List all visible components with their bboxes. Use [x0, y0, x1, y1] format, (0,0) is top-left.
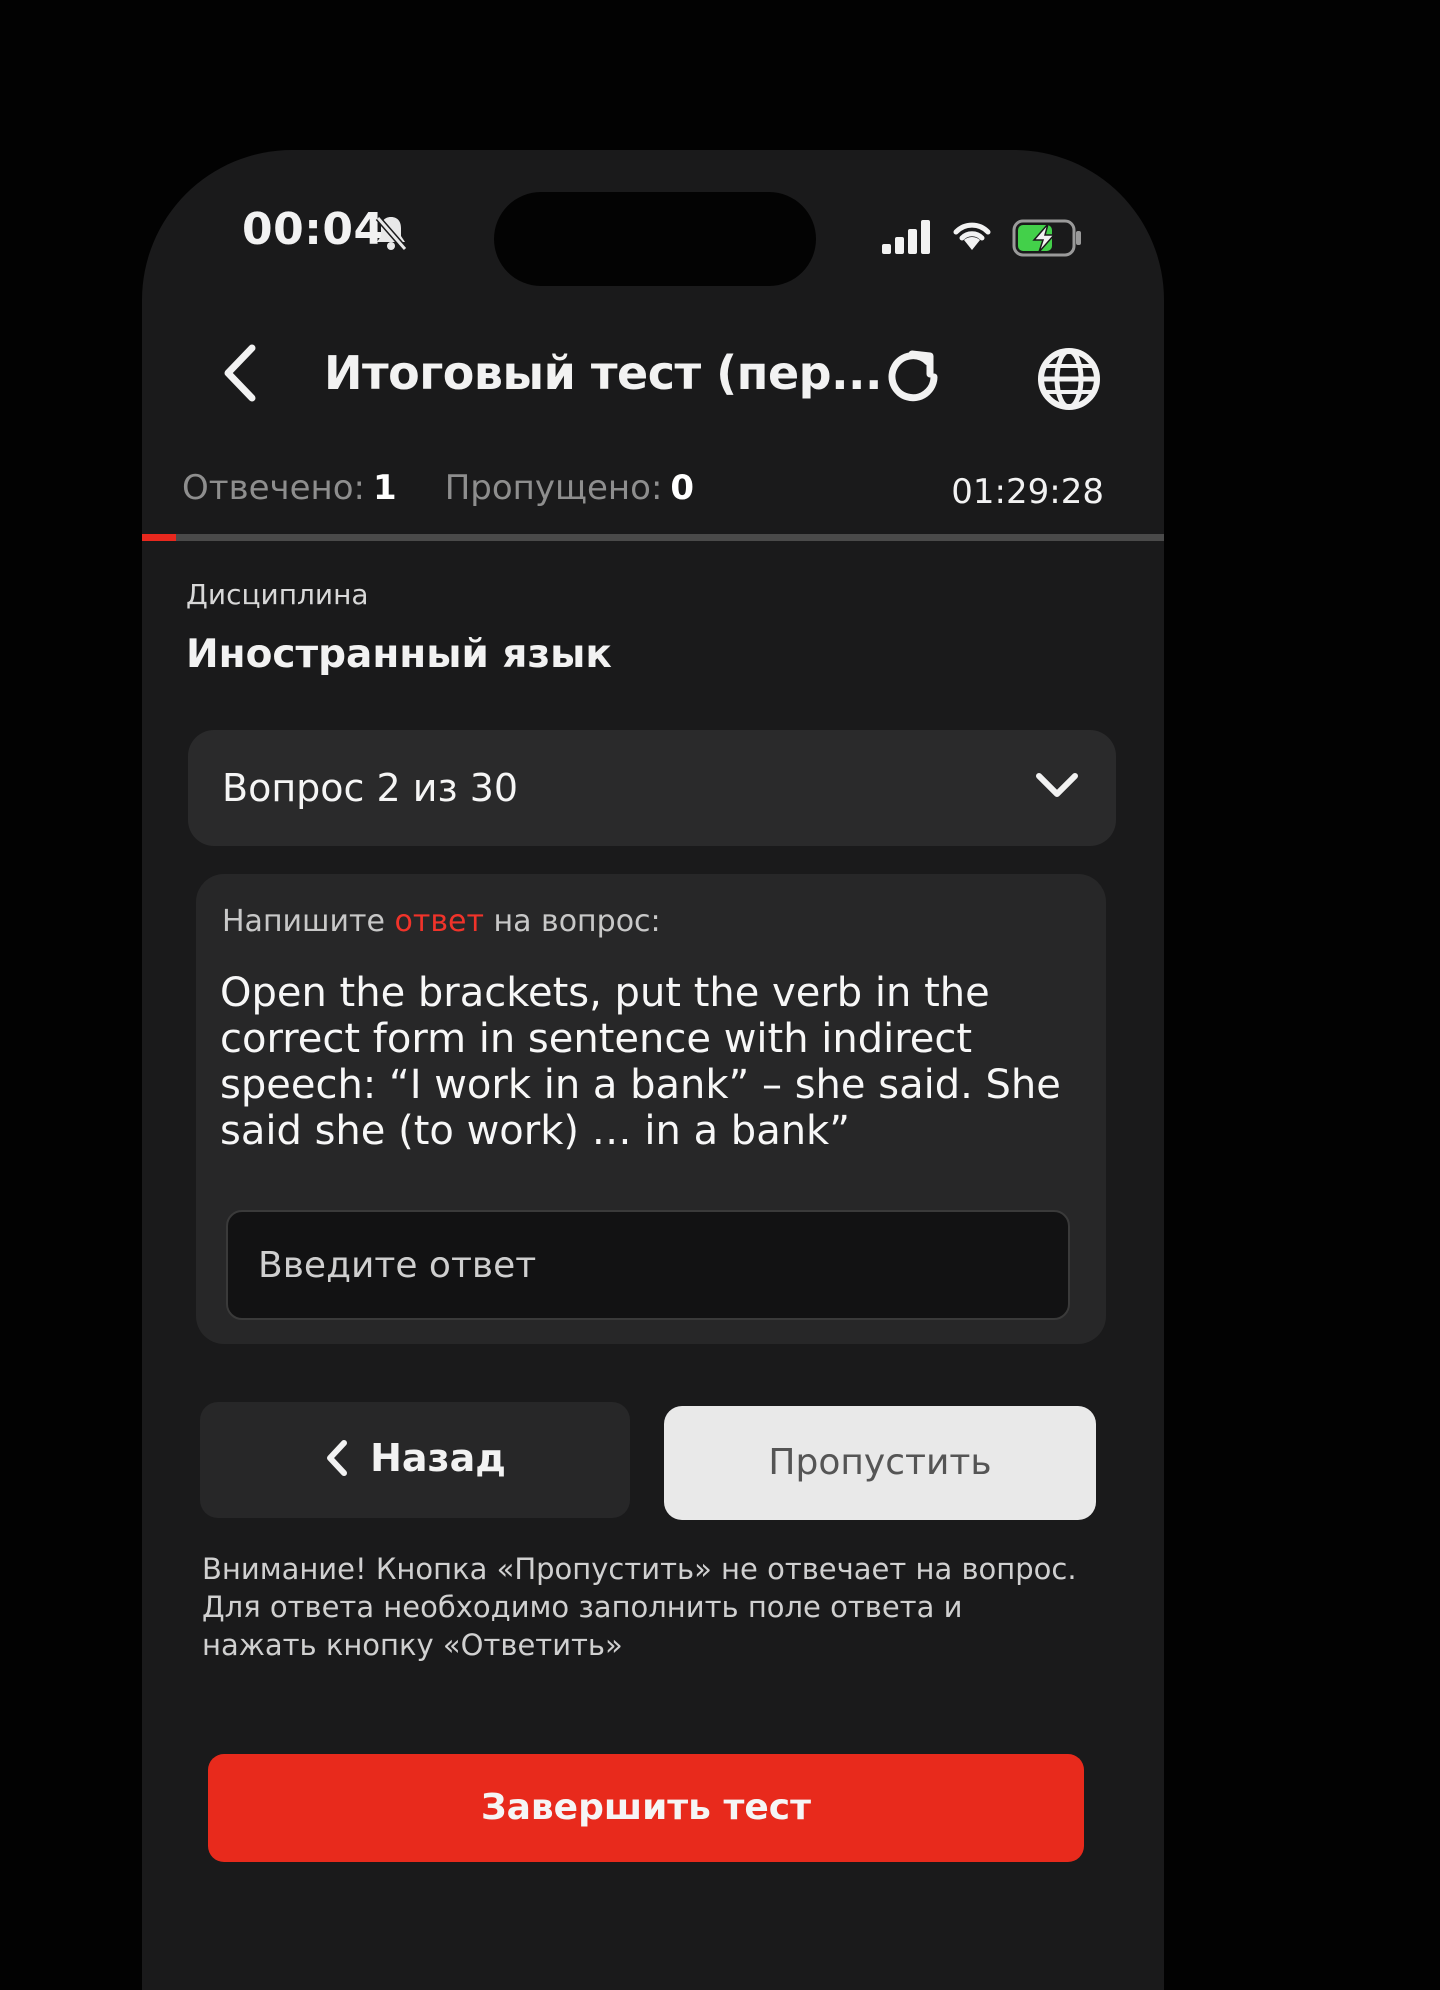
status-time: 00:04 [242, 204, 385, 255]
skipped-label: Пропущено: [444, 468, 663, 508]
answered-count: 1 [373, 468, 397, 508]
page-title: Итоговый тест (пер... [324, 346, 883, 400]
question-select-label: Вопрос 2 из 30 [222, 766, 519, 810]
discipline-name: Иностранный язык [186, 632, 612, 677]
discipline-label: Дисциплина [186, 578, 369, 611]
instruction-highlight: ответ [394, 904, 484, 939]
answered-label: Отвечено: [182, 468, 366, 508]
dynamic-island [494, 192, 816, 286]
answer-input[interactable] [226, 1210, 1070, 1320]
finish-test-button[interactable]: Завершить тест [208, 1754, 1084, 1862]
notice-text: Внимание! Кнопка «Пропустить» не отвечае… [202, 1552, 1077, 1662]
bell-slash-icon [374, 214, 408, 256]
chevron-down-icon [1034, 770, 1080, 804]
back-button[interactable]: Назад [200, 1402, 630, 1518]
timer: 01:29:28 [951, 472, 1104, 512]
question-instruction: Напишите ответ на вопрос: [222, 904, 661, 939]
instruction-text-end: на вопрос: [483, 904, 661, 939]
question-card: Напишите ответ на вопрос: Open the brack… [196, 874, 1106, 1344]
phone-screen: 00:04 Итоговый тест (пер... Отвечено: 1 … [142, 150, 1164, 1990]
progress-fill [142, 534, 176, 541]
question-text: Open the brackets, put the verb in the c… [220, 970, 1061, 1154]
globe-icon[interactable] [1036, 346, 1102, 416]
skip-button[interactable]: Пропустить [664, 1406, 1096, 1520]
back-button-label: Назад [370, 1436, 506, 1480]
stats-row: Отвечено: 1 Пропущено: 0 [182, 468, 694, 508]
question-select[interactable]: Вопрос 2 из 30 [188, 730, 1116, 846]
battery-charging-icon [1012, 218, 1084, 262]
skipped-count: 0 [670, 468, 695, 508]
refresh-icon[interactable] [882, 344, 948, 414]
instruction-text: Напишите [222, 904, 395, 939]
wifi-icon [950, 216, 994, 256]
progress-bar [142, 534, 1164, 541]
back-icon[interactable] [218, 342, 262, 408]
signal-icon [882, 220, 934, 258]
chevron-left-icon [327, 1440, 348, 1476]
